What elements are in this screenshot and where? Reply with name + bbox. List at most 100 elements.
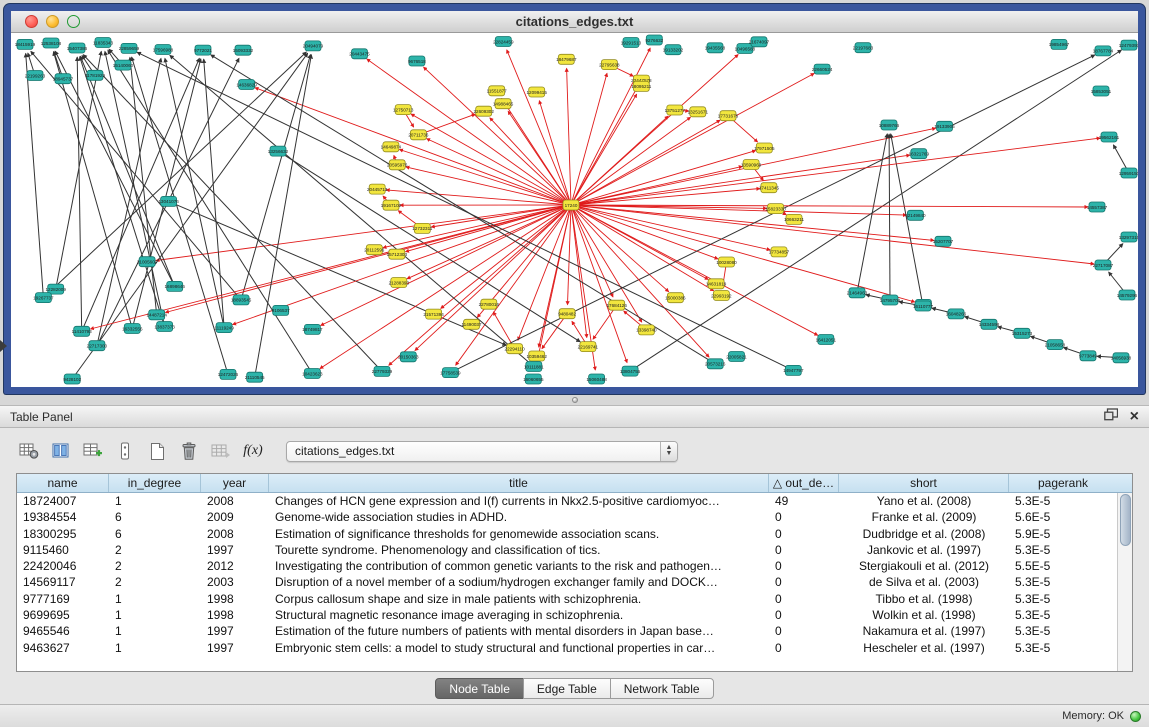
network-node[interactable]: 14056938 [1111, 353, 1132, 363]
network-edge[interactable] [97, 58, 161, 345]
network-edge[interactable] [211, 55, 716, 364]
network-node[interactable]: 20150363 [398, 352, 419, 362]
column-header-short[interactable]: short [839, 474, 1009, 492]
network-node[interactable]: 18749817 [302, 324, 323, 334]
import-table-icon[interactable] [208, 439, 234, 463]
network-node[interactable]: 22005821 [726, 352, 747, 362]
network-node[interactable]: 22795638 [599, 60, 620, 70]
network-edge[interactable] [241, 55, 310, 300]
network-node[interactable]: 17971505 [754, 143, 775, 153]
network-node[interactable]: 22199263 [25, 71, 46, 81]
network-node[interactable]: 12479393 [1119, 40, 1138, 50]
network-node[interactable]: 17684126 [606, 300, 627, 310]
column-header-pagerank[interactable]: pagerank [1009, 474, 1117, 492]
network-node[interactable]: 20494079 [303, 41, 324, 51]
network-node[interactable]: 13590969 [741, 160, 762, 170]
network-node[interactable]: 9428102 [63, 374, 81, 384]
network-node[interactable]: 14988465 [493, 99, 514, 109]
network-node[interactable]: 10663211 [784, 214, 805, 224]
network-node[interactable]: 21571394 [423, 309, 444, 319]
network-node[interactable]: 14649874 [381, 142, 402, 152]
network-edge[interactable] [571, 205, 613, 297]
column-header-out_de[interactable]: △ out_de… [769, 474, 839, 492]
network-node[interactable]: 17240 [563, 200, 579, 210]
table-row[interactable]: 1938455462009Genome-wide association stu… [17, 509, 1117, 525]
network-node[interactable]: 14579296 [1117, 290, 1138, 300]
network-node[interactable]: 21005609 [137, 257, 158, 267]
network-node[interactable]: 18415919 [15, 39, 36, 49]
network-edge[interactable] [571, 138, 1100, 205]
network-node[interactable]: 22993192 [711, 291, 732, 301]
network-node[interactable]: 11410793 [72, 326, 93, 336]
network-node[interactable]: 13804755 [620, 366, 641, 376]
column-header-name[interactable]: name [17, 474, 109, 492]
table-row[interactable]: 977716911998Corpus callosum shape and si… [17, 591, 1117, 607]
network-node[interactable]: 9106537 [272, 305, 290, 315]
network-node[interactable]: 19133905 [934, 121, 955, 131]
network-node[interactable]: 9772021 [194, 45, 212, 55]
network-node[interactable]: 20573216 [705, 359, 726, 369]
network-node[interactable]: 14334598 [979, 319, 1000, 329]
network-edge[interactable] [889, 134, 890, 300]
network-node[interactable]: 21464963 [847, 288, 868, 298]
network-edge[interactable] [493, 312, 514, 349]
network-node[interactable]: 22779329 [372, 366, 393, 376]
panel-collapse-arrow-icon[interactable] [0, 340, 7, 352]
network-node[interactable]: 18893545 [231, 295, 252, 305]
network-node[interactable]: 22717300 [87, 341, 108, 351]
network-edge[interactable] [321, 205, 571, 326]
table-row[interactable]: 1872400712008Changes of HCN gene express… [17, 493, 1117, 509]
table-row[interactable]: 2242004622012Investigating the contribut… [17, 558, 1117, 574]
network-node[interactable]: 19133202 [663, 45, 684, 55]
network-node[interactable]: 13256632 [268, 146, 289, 156]
network-node[interactable]: 21110545 [245, 372, 265, 382]
close-panel-icon[interactable]: × [1130, 410, 1139, 424]
network-node[interactable]: 15712303 [387, 249, 408, 259]
float-panel-icon[interactable] [1104, 408, 1118, 426]
network-node[interactable]: 22824459 [493, 37, 514, 47]
network-edge[interactable] [571, 205, 1094, 264]
network-node[interactable]: 12149840 [905, 210, 926, 220]
network-node[interactable]: 12959150 [1119, 168, 1138, 178]
network-node[interactable]: 13251671 [688, 107, 709, 117]
network-node[interactable]: 14487214 [146, 310, 167, 320]
network-node[interactable]: 17411345 [759, 183, 780, 193]
network-node[interactable]: 9480482 [558, 309, 576, 319]
network-node[interactable]: 16110777 [913, 301, 934, 311]
network-node[interactable]: 18479687 [556, 54, 577, 64]
network-node[interactable]: 17758539 [440, 368, 461, 378]
table-row[interactable]: 946362711997Embryonic stem cells: a mode… [17, 640, 1117, 656]
delete-table-icon[interactable] [176, 439, 202, 463]
tab-edge-table[interactable]: Edge Table [523, 678, 611, 699]
network-node[interactable]: 22169741 [578, 342, 599, 352]
column-header-in_degree[interactable]: in_degree [109, 474, 201, 492]
new-table-icon[interactable] [144, 439, 170, 463]
column-header-year[interactable]: year [201, 474, 269, 492]
network-node[interactable]: 12472026 [218, 369, 239, 379]
network-node[interactable]: 11835343 [93, 38, 114, 48]
network-node[interactable]: 19435568 [705, 43, 726, 53]
table-row[interactable]: 911546021997Tourette syndrome. Phenomeno… [17, 542, 1117, 558]
network-node[interactable]: 14557387 [1087, 202, 1108, 212]
network-edge[interactable] [26, 53, 44, 297]
network-node[interactable]: 15060488 [586, 374, 607, 384]
network-node[interactable]: 22859659 [119, 43, 140, 53]
table-row[interactable]: 969969511998Structural magnetic resonanc… [17, 607, 1117, 623]
network-node[interactable]: 14947797 [783, 365, 804, 375]
row-options-icon[interactable] [112, 439, 138, 463]
network-edge[interactable] [571, 205, 818, 335]
network-node[interactable]: 21674097 [749, 37, 770, 47]
network-node[interactable]: 10889766 [879, 120, 900, 130]
network-edge[interactable] [406, 167, 571, 205]
table-selector-dropdown[interactable]: citations_edges.txt ▲▼ [286, 441, 678, 462]
network-node[interactable]: 13398740 [636, 325, 657, 335]
network-node[interactable]: 9276632 [645, 35, 663, 45]
network-node[interactable]: 20595976 [387, 160, 408, 170]
network-node[interactable]: 20711736 [408, 130, 429, 140]
network-node[interactable]: 9676518 [408, 56, 426, 66]
network-node[interactable]: 16898646 [164, 281, 185, 291]
network-node[interactable]: 19291510 [621, 38, 642, 48]
network-node[interactable]: 10111881 [524, 362, 544, 372]
column-header-title[interactable]: title [269, 474, 769, 492]
table-row[interactable]: 1456911722003Disruption of a novel membe… [17, 574, 1117, 590]
